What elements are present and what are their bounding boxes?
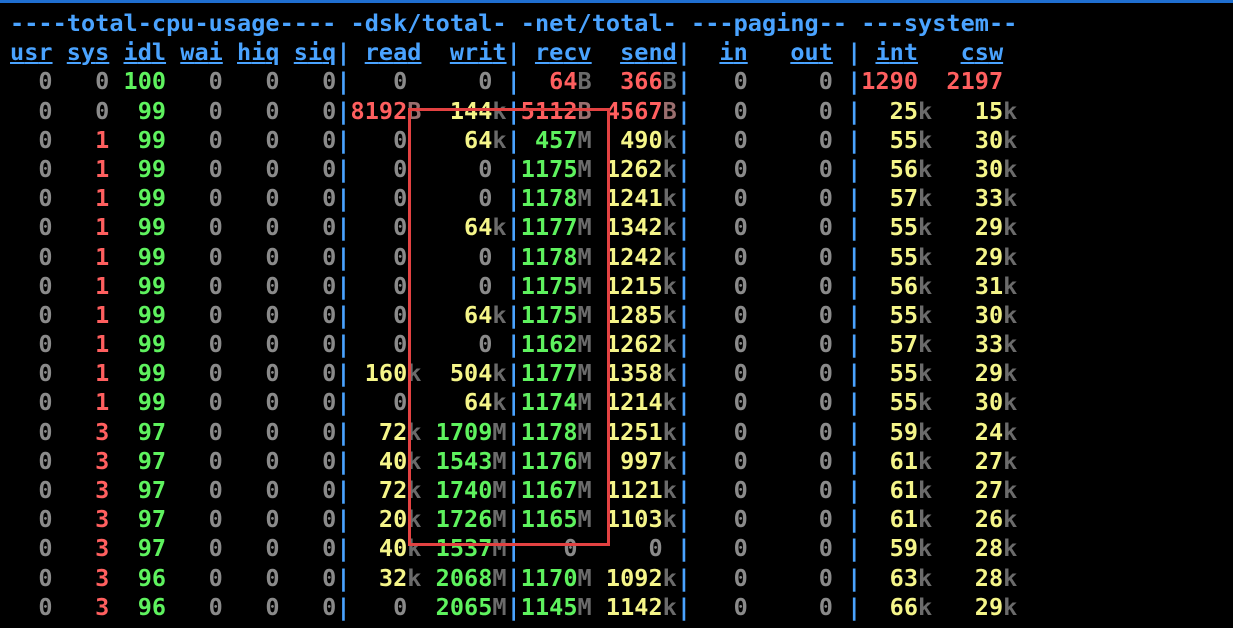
column-header-line: usr sys idl wai hiq s i q | read w r i t | recv… <box>10 38 1004 67</box>
data-row: 0 3 97 0 0 0 | 40k 1 5 4 3 M | 1 1 7 6 M 9 9 7 k | 0 0 … <box>38 446 1018 475</box>
window-top-accent <box>0 0 1233 3</box>
data-row: 0 1 99 0 0 0 | 0 0 | 1 1 7 8 M 1 2 4 2 k | 0 0 | 55… <box>38 242 1018 271</box>
data-row: 0 1 99 0 0 0 | 160k 5 0 4 k | 1 1 7 7 M 1 3 5 8 k | 0 0… <box>38 359 1018 388</box>
data-row: 0 3 96 0 0 0 | 32k 2 0 6 8 M | 1 1 7 0 M 1 0 9 2 k | 0 0… <box>38 563 1018 592</box>
data-row: 0 0 100 0 0 0 | 0 0 | 64B 3 6 6 B | 0 0 | 1 2 9 0… <box>38 67 1004 96</box>
data-row: 0 3 97 0 0 0 | 20k 1 7 2 6 M | 1 1 6 5 M 1 1 0 3 k | 0 0… <box>38 505 1018 534</box>
data-row: 0 1 99 0 0 0 | 0 0 | 1 1 7 5 M 1 2 6 2 k | 0 0 | 56… <box>38 154 1018 183</box>
dstat-output: ----total-cpu-usage---- - d s k / t o t a l - -net… <box>10 9 1017 622</box>
data-row: 0 1 99 0 0 0 | 0 0 | 1 1 7 5 M 1 2 1 5 k | 0 0 | 56… <box>38 271 1018 300</box>
terminal-window[interactable]: ----total-cpu-usage---- - d s k / t o t a l - -net… <box>0 0 1233 628</box>
data-row: 0 0 99 0 0 0 | 8 1 9 2 B 1 4 4 k | 5 1 1 2 B 4 5 6 7 B | 0 0… <box>38 96 1018 125</box>
data-row: 0 3 97 0 0 0 | 72k 1 7 0 9 M | 1 1 7 8 M 1 2 5 1 k | 0 0… <box>38 417 1018 446</box>
data-row: 0 1 99 0 0 0 | 0 6 4 k | 457M 4 9 0 k | 0 0 | 55… <box>38 125 1018 154</box>
data-row: 0 1 99 0 0 0 | 0 6 4 k | 1 1 7 7 M 1 3 4 2 k | 0 0 | 5… <box>38 213 1018 242</box>
data-row: 0 3 97 0 0 0 | 40k 1 5 3 7 M | 0 0 | 0 0 | 59k… <box>38 534 1018 563</box>
data-row: 0 1 99 0 0 0 | 0 0 | 1 1 6 2 M 1 2 6 2 k | 0 0 | 57… <box>38 330 1018 359</box>
data-row: 0 1 99 0 0 0 | 0 6 4 k | 1 1 7 5 M 1 2 8 5 k | 0 0 | 5… <box>38 300 1018 329</box>
data-row: 0 3 96 0 0 0 | 0 2 0 6 5 M | 1 1 4 5 M 1 1 4 2 k | 0 0 |… <box>38 592 1018 621</box>
data-row: 0 1 99 0 0 0 | 0 6 4 k | 1 1 7 4 M 1 2 1 4 k | 0 0 | 5… <box>38 388 1018 417</box>
data-row: 0 1 99 0 0 0 | 0 0 | 1 1 7 8 M 1 2 4 1 k | 0 0 | 57… <box>38 184 1018 213</box>
group-header-line: ----total-cpu-usage---- - d s k / t o t a l - -net… <box>10 9 1018 37</box>
data-row: 0 3 97 0 0 0 | 72k 1 7 4 0 M | 1 1 6 7 M 1 1 2 1 k | 0 0… <box>38 476 1018 504</box>
